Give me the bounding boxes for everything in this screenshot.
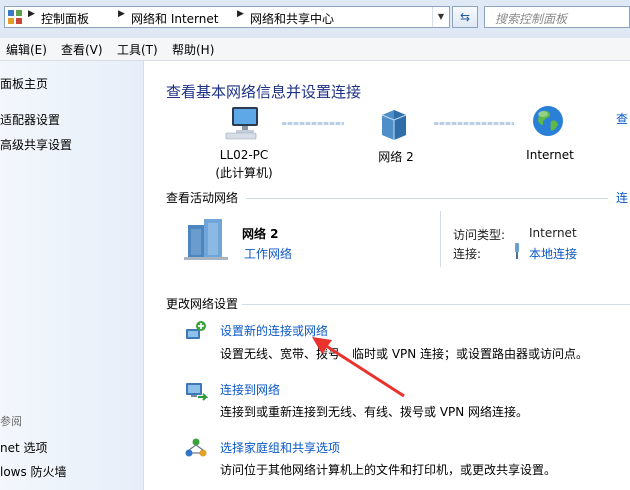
menu-bar: 编辑(E) 查看(V) 工具(T) 帮助(H) [0, 38, 630, 61]
search-placeholder: 搜索控制面板 [495, 12, 568, 26]
active-network-name: 网络 2 [242, 227, 279, 241]
section-divider [242, 304, 630, 305]
menu-edit[interactable]: 编辑(E) [6, 41, 47, 58]
network-label: 网络 2 [378, 150, 414, 164]
computer-icon [224, 105, 266, 141]
breadcrumb-separator-icon[interactable]: ▶ [237, 9, 244, 19]
homegroup-icon [184, 437, 208, 461]
main-content: 查看基本网络信息并设置连接 LL02-PC (此计算机) 网络 2 Intern… [144, 61, 630, 490]
computer-sublabel: (此计算机) [215, 166, 273, 180]
sidebar-link-advanced-sharing[interactable]: 高级共享设置 [0, 136, 72, 153]
connection-line [434, 122, 514, 125]
menu-help[interactable]: 帮助(H) [172, 41, 214, 58]
menu-view[interactable]: 查看(V) [61, 41, 103, 58]
breadcrumb-separator-icon[interactable]: ▶ [28, 9, 35, 19]
change-settings-title: 更改网络设置 [166, 297, 239, 311]
annotation-arrow-icon [312, 337, 405, 398]
address-bar-region: ▶ 控制面板 ▶ 网络和 Internet ▶ 网络和共享中心 ▼ ⇆ 搜索控制… [0, 0, 630, 39]
menu-tools[interactable]: 工具(T) [117, 41, 158, 58]
breadcrumb-separator-icon[interactable]: ▶ [118, 9, 125, 19]
vertical-divider [440, 211, 441, 267]
internet-globe-icon [530, 103, 566, 139]
network-plug-icon [512, 243, 522, 259]
breadcrumb-network-internet[interactable]: 网络和 Internet [131, 10, 218, 27]
access-type-value: Internet [529, 226, 577, 240]
sidebar: 面板主页 适配器设置 高级共享设置 参阅 net 选项 lows 防火墙 [0, 61, 144, 490]
local-connection-link[interactable]: 本地连接 [529, 245, 577, 262]
internet-label: Internet [526, 148, 574, 162]
access-type-label: 访问类型: [453, 228, 506, 242]
breadcrumb-control-panel[interactable]: 控制面板 [41, 10, 89, 27]
sidebar-link-firewall[interactable]: lows 防火墙 [0, 463, 67, 480]
search-input[interactable]: 搜索控制面板 [484, 6, 630, 28]
new-connection-icon [184, 319, 208, 343]
connect-disconnect-link[interactable]: 连 [616, 189, 628, 206]
page-title: 查看基本网络信息并设置连接 [166, 83, 362, 101]
control-panel-icon [8, 10, 22, 24]
network-type-link[interactable]: 工作网络 [244, 245, 292, 262]
address-dropdown-icon[interactable]: ▼ [432, 7, 449, 27]
address-bar[interactable]: ▶ 控制面板 ▶ 网络和 Internet ▶ 网络和共享中心 ▼ [4, 6, 450, 28]
network-icon [376, 107, 412, 141]
task-connect-network-desc: 连接到或重新连接到无线、有线、拨号或 VPN 网络连接。 [220, 405, 529, 419]
connection-line [282, 122, 344, 125]
connections-label: 连接: [453, 247, 482, 261]
computer-label: LL02-PC [219, 148, 269, 162]
work-network-icon [182, 213, 232, 261]
sidebar-link-internet-options[interactable]: net 选项 [0, 439, 48, 456]
active-networks-title: 查看活动网络 [166, 191, 239, 205]
task-homegroup-desc: 访问位于其他网络计算机上的文件和打印机，或更改共享设置。 [220, 463, 557, 477]
refresh-icon: ⇆ [459, 10, 471, 24]
sidebar-link-adapter-settings[interactable]: 适配器设置 [0, 111, 60, 128]
breadcrumb-network-sharing-center[interactable]: 网络和共享中心 [250, 10, 334, 27]
sidebar-link-home[interactable]: 面板主页 [0, 75, 48, 92]
sidebar-see-also-heading: 参阅 [0, 415, 22, 428]
section-divider [246, 198, 608, 199]
task-connect-network-link[interactable]: 连接到网络 [220, 381, 280, 398]
refresh-button[interactable]: ⇆ [452, 6, 478, 28]
view-full-map-link[interactable]: 查 [616, 110, 628, 127]
task-homegroup-link[interactable]: 选择家庭组和共享选项 [220, 439, 340, 456]
connect-network-icon [184, 379, 209, 403]
